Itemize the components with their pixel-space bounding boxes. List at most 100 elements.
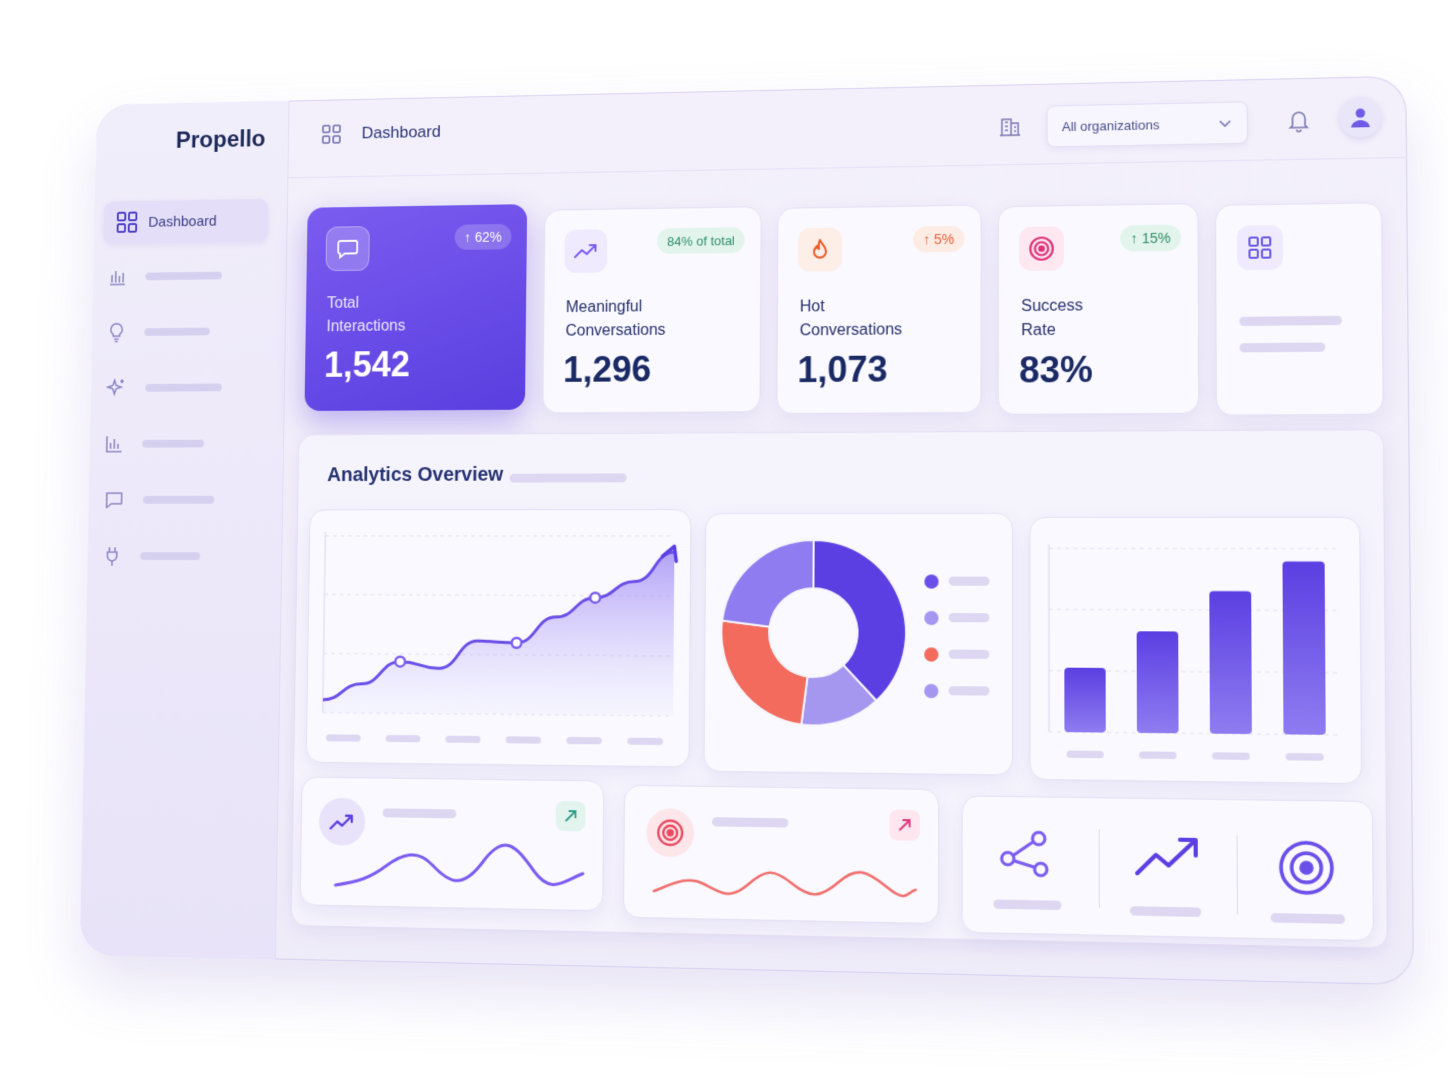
stat-value: 1,296 [563, 348, 652, 390]
sparkline [301, 778, 604, 911]
legend-placeholder [948, 613, 990, 623]
lightbulb-icon [107, 322, 126, 343]
bell-icon[interactable] [1287, 108, 1310, 133]
placeholder-bar [1239, 315, 1342, 326]
plug-icon [103, 545, 122, 566]
sidebar-item-ai[interactable] [106, 373, 222, 403]
stat-badge: 84% of total [657, 227, 745, 254]
flame-icon [797, 227, 842, 272]
sidebar-item-reports[interactable] [108, 261, 222, 291]
stat-badge: ↑ 5% [912, 225, 965, 253]
placeholder-bar [509, 473, 627, 483]
stat-label: Success Rate [1021, 293, 1154, 343]
stat-label-line: Interactions [326, 317, 406, 336]
mini-icons-card[interactable] [961, 795, 1374, 942]
organization-select[interactable]: All organizations [1046, 101, 1248, 148]
sidebar-item-placeholder [140, 552, 201, 561]
stat-label-line: Success [1021, 297, 1083, 316]
building-icon[interactable] [998, 114, 1022, 136]
stat-label-line: Hot [799, 298, 825, 316]
bar-chart-icon [108, 267, 127, 286]
donut-chart-card[interactable] [703, 512, 1014, 776]
x-tick-placeholder [1285, 753, 1324, 761]
stage: Propello Dashboard Dashboard All organiz… [0, 0, 1448, 1086]
donut-slice [722, 540, 814, 627]
bar [1064, 667, 1106, 733]
donut-slice [721, 621, 808, 725]
stat-label-line: Conversations [799, 321, 903, 340]
sidebar-item-placeholder [142, 495, 215, 504]
sparkle-icon [106, 377, 127, 398]
share-icon[interactable] [998, 828, 1054, 890]
sidebar-item-analytics[interactable] [105, 429, 205, 458]
sparkline [624, 786, 938, 923]
stat-label: Total Interactions [326, 291, 451, 339]
area-fill [322, 551, 675, 717]
analytics-icon [105, 434, 124, 453]
chat-bubble-icon [325, 226, 370, 272]
data-point [395, 657, 405, 667]
sidebar-item-integrations[interactable] [103, 541, 201, 570]
stat-card-placeholder[interactable] [1215, 202, 1384, 416]
page-title: Dashboard [361, 122, 441, 143]
y-axis [323, 532, 326, 713]
user-avatar[interactable] [1339, 96, 1382, 138]
divider [1236, 835, 1239, 915]
stat-label-line: Meaningful [565, 298, 643, 317]
sidebar: Propello Dashboard [79, 100, 290, 960]
donut-chart [705, 514, 1012, 775]
legend-dot [924, 574, 939, 589]
x-tick-placeholder [627, 737, 663, 745]
legend-placeholder [948, 686, 990, 696]
sidebar-item-dashboard[interactable]: Dashboard [103, 198, 269, 244]
breadcrumb[interactable]: Dashboard [322, 122, 441, 144]
sidebar-item-placeholder [144, 327, 210, 336]
trend-up-icon[interactable] [1134, 834, 1201, 886]
data-point [590, 593, 600, 603]
stat-value: 1,073 [797, 348, 888, 391]
stat-label: Hot Conversations [800, 294, 930, 343]
bar [1209, 590, 1252, 735]
stat-card-hot-conversations[interactable]: ↑ 5% Hot Conversations 1,073 [776, 204, 982, 415]
x-tick-placeholder [1066, 750, 1104, 759]
chevron-down-icon [1218, 118, 1233, 128]
placeholder-bar [1270, 913, 1346, 924]
analytics-overview-panel: Analytics Overview [290, 429, 1388, 949]
divider [1098, 829, 1100, 908]
brand-logo[interactable]: Propello [176, 126, 266, 155]
area-chart [307, 510, 691, 745]
sidebar-item-insights[interactable] [107, 317, 210, 347]
legend-placeholder [948, 649, 990, 659]
placeholder-bar [1239, 342, 1326, 353]
x-tick-placeholder [566, 736, 602, 745]
stat-label-line: Total [326, 294, 360, 312]
sidebar-item-placeholder [145, 271, 222, 281]
mini-target-card[interactable] [622, 784, 940, 925]
stat-value: 1,542 [323, 344, 411, 385]
sidebar-item-messages[interactable] [104, 485, 215, 514]
section-title: Analytics Overview [327, 463, 504, 486]
x-tick-placeholder [1212, 752, 1250, 760]
stat-card-total-interactions[interactable]: ↑ 62% Total Interactions 1,542 [304, 204, 528, 412]
area-chart-card[interactable] [305, 509, 692, 768]
grid-icon [1236, 224, 1283, 271]
bar [1282, 561, 1326, 735]
stat-badge: ↑ 15% [1120, 224, 1182, 252]
user-avatar-icon [1349, 106, 1372, 129]
stat-card-success-rate[interactable]: ↑ 15% Success Rate 83% [997, 203, 1200, 415]
stat-value: 83% [1019, 348, 1093, 391]
sidebar-item-label: Dashboard [148, 212, 217, 231]
target-icon[interactable] [1277, 838, 1337, 903]
grid-icon [322, 124, 341, 144]
placeholder-bar [1130, 906, 1202, 917]
top-bar: Dashboard All organizations [287, 75, 1408, 179]
mini-trend-card[interactable] [299, 776, 605, 912]
stat-card-meaningful-conversations[interactable]: 84% of total Meaningful Conversations 1,… [542, 206, 762, 414]
x-tick-placeholder [505, 736, 541, 744]
bar-chart [1030, 518, 1361, 761]
x-tick-placeholder [445, 735, 481, 743]
stat-label-line: Rate [1021, 321, 1056, 340]
bar-chart-card[interactable] [1029, 516, 1363, 785]
data-point [512, 638, 522, 648]
grid-icon [117, 212, 138, 233]
